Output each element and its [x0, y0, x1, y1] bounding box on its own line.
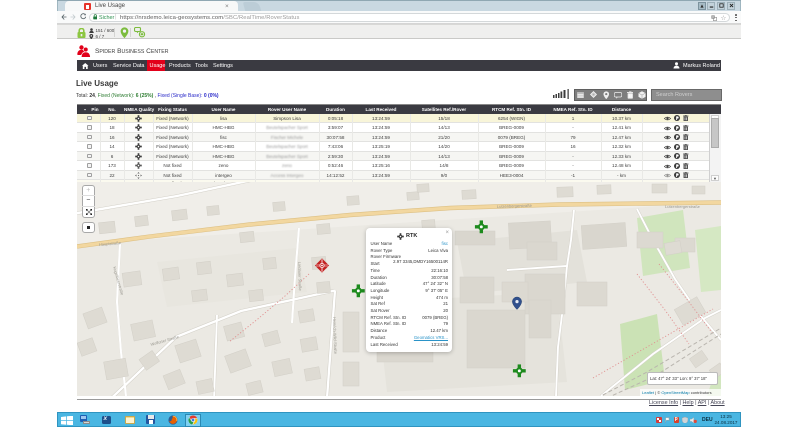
svg-text:Lutzenbergerstraße: Lutzenbergerstraße	[665, 204, 701, 209]
svg-text:Lindauer Straße: Lindauer Straße	[297, 261, 303, 291]
